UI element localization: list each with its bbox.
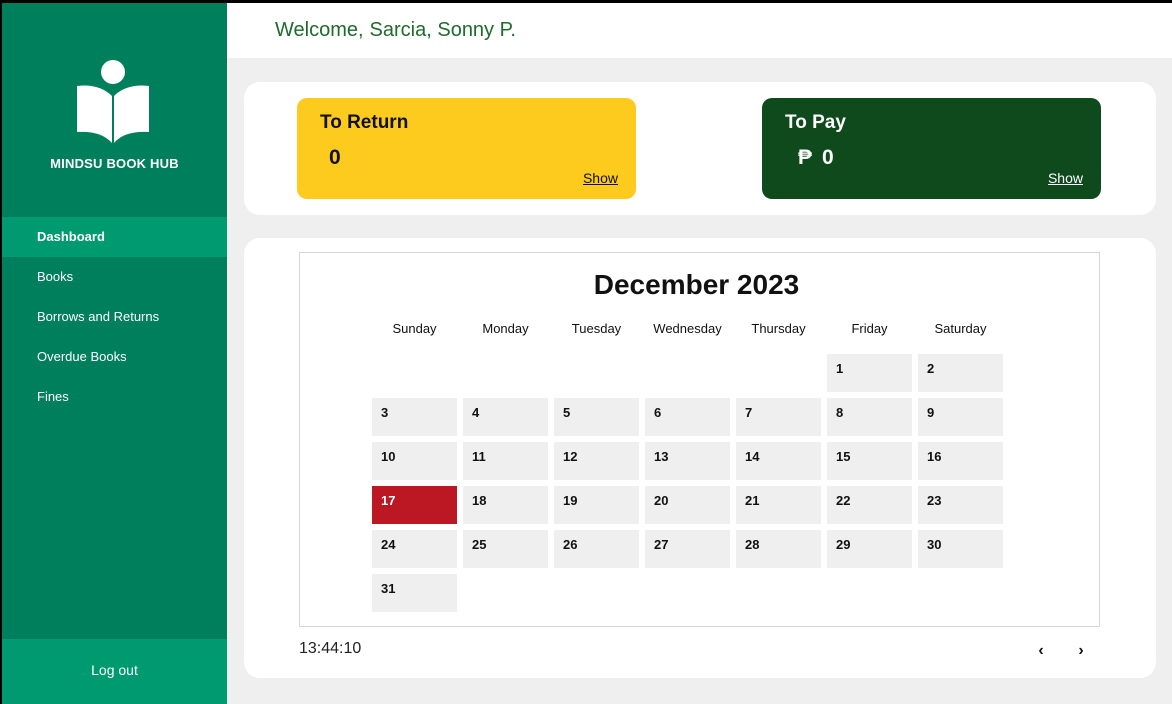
sidebar-item-fines[interactable]: Fines (2, 377, 227, 417)
calendar-day[interactable]: 25 (463, 530, 548, 568)
calendar-day[interactable]: 7 (736, 398, 821, 436)
to-pay-amount: ₱ 0 (798, 146, 834, 170)
calendar-day[interactable]: 28 (736, 530, 821, 568)
logout-button[interactable]: Log out (2, 639, 227, 704)
weekday-monday: Monday (482, 321, 529, 336)
calendar-month-title: December 2023 (593, 269, 800, 300)
calendar-day[interactable]: 30 (918, 530, 1003, 568)
calendar-day[interactable]: 26 (554, 530, 639, 568)
sidebar-item-dashboard[interactable]: Dashboard (2, 217, 227, 257)
to-pay-title: To Pay (785, 112, 846, 133)
calendar-day[interactable]: 9 (918, 398, 1003, 436)
weekday-tuesday: Tuesday (571, 321, 622, 336)
calendar-day[interactable]: 18 (463, 486, 548, 524)
to-return-card: To Return 0 Show (297, 98, 636, 199)
calendar-day[interactable]: 8 (827, 398, 912, 436)
calendar-day[interactable]: 15 (827, 442, 912, 480)
to-return-count: 0 (329, 146, 341, 169)
sidebar-item-borrows-and-returns[interactable]: Borrows and Returns (2, 297, 227, 337)
to-pay-show-link[interactable]: Show (1048, 170, 1083, 186)
sidebar: MINDSU BOOK HUB Dashboard Books Borrows … (2, 3, 227, 704)
peso-sign: ₱ (798, 146, 813, 169)
calendar-day[interactable]: 31 (372, 574, 457, 612)
brand-name: MINDSU BOOK HUB (50, 156, 179, 171)
calendar-day[interactable]: 1 (827, 354, 912, 392)
calendar-day[interactable]: 3 (372, 398, 457, 436)
calendar-day[interactable]: 21 (736, 486, 821, 524)
weekday-saturday: Saturday (934, 321, 987, 336)
calendar-day[interactable]: 11 (463, 442, 548, 480)
weekday-header: Sunday Monday Tuesday Wednesday Thursday Frid… (372, 321, 1012, 337)
calendar-day[interactable]: 10 (372, 442, 457, 480)
sidebar-item-overdue-books[interactable]: Overdue Books (2, 337, 227, 377)
clock-time: 13:44:10 (299, 640, 362, 657)
weekday-wednesday: Wednesday (653, 321, 722, 336)
to-return-title: To Return (320, 112, 409, 133)
previous-month-button[interactable]: ‹ (1033, 642, 1049, 660)
calendar-panel: December 2023 Sunday Monday Tuesday Wednesd… (244, 238, 1156, 678)
weekday-thursday: Thursday (751, 321, 806, 336)
calendar-day[interactable]: 20 (645, 486, 730, 524)
calendar-day[interactable]: 22 (827, 486, 912, 524)
weekday-friday: Friday (851, 321, 888, 336)
sidebar-item-books[interactable]: Books (2, 257, 227, 297)
weekday-sunday: Sunday (392, 321, 437, 336)
calendar-day[interactable]: 12 (554, 442, 639, 480)
summary-panel: To Return 0 Show To Pay ₱ 0 Show (244, 82, 1156, 215)
calendar-day[interactable]: 23 (918, 486, 1003, 524)
welcome-message: Welcome, Sarcia, Sonny P. (275, 19, 516, 42)
calendar-day[interactable]: 5 (554, 398, 639, 436)
to-return-show-link[interactable]: Show (583, 170, 618, 186)
calendar-day[interactable]: 14 (736, 442, 821, 480)
next-month-button[interactable]: › (1073, 642, 1089, 660)
calendar-day[interactable]: 2 (918, 354, 1003, 392)
calendar-days-grid: 1 2 3 4 5 6 7 8 9 10 11 12 13 14 15 16 17 18 19 20 21 22 23 24 2… (372, 354, 1012, 618)
calendar-day[interactable]: 24 (372, 530, 457, 568)
book-reader-logo-icon (77, 60, 149, 143)
calendar: December 2023 Sunday Monday Tuesday Wednesd… (299, 252, 1100, 627)
calendar-day[interactable]: 19 (554, 486, 639, 524)
calendar-day[interactable]: 16 (918, 442, 1003, 480)
sidebar-nav: Dashboard Books Borrows and Returns Over… (2, 217, 227, 417)
top-header: Welcome, Sarcia, Sonny P. (227, 3, 1172, 58)
calendar-day[interactable]: 13 (645, 442, 730, 480)
app-window: MINDSU BOOK HUB Dashboard Books Borrows … (2, 3, 1172, 704)
welcome-prefix: Welcome, (275, 19, 364, 41)
calendar-day[interactable]: 6 (645, 398, 730, 436)
calendar-day[interactable]: 27 (645, 530, 730, 568)
user-name: Sarcia, Sonny P. (369, 19, 516, 41)
calendar-day[interactable]: 4 (463, 398, 548, 436)
calendar-day-today[interactable]: 17 (372, 486, 457, 524)
to-pay-card: To Pay ₱ 0 Show (762, 98, 1101, 199)
calendar-day[interactable]: 29 (827, 530, 912, 568)
to-pay-value: 0 (822, 146, 834, 169)
